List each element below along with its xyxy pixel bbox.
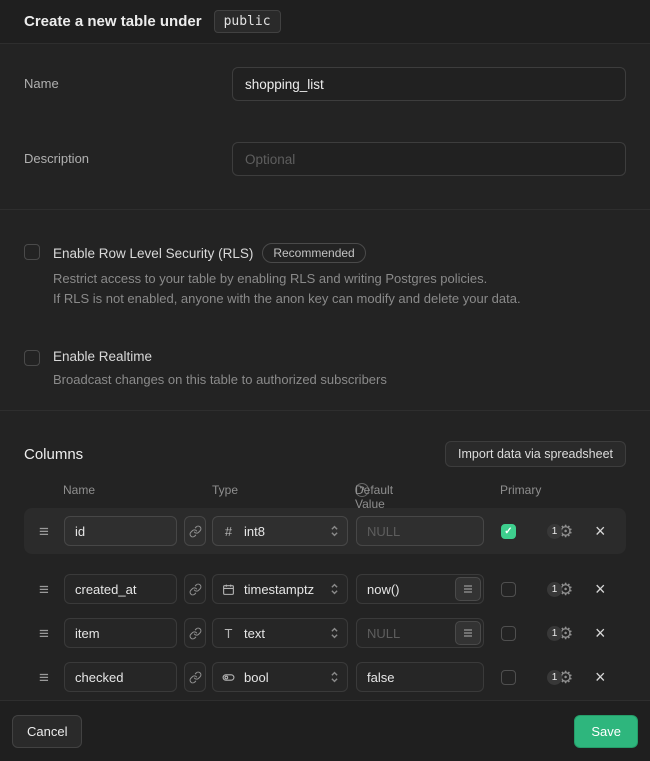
link-icon <box>189 525 202 538</box>
dialog-title: Create a new table under <box>24 13 202 30</box>
realtime-label: Enable Realtime <box>53 349 152 364</box>
default-value-input[interactable] <box>356 662 484 692</box>
cancel-button[interactable]: Cancel <box>12 715 82 748</box>
foreign-key-button[interactable] <box>184 618 206 648</box>
number-type-icon: # <box>221 524 236 539</box>
table-info-section: Name Description <box>0 44 650 210</box>
primary-checkbox[interactable] <box>501 670 516 685</box>
column-row-item: ≡ T text 1 ⚙ × <box>24 611 626 655</box>
link-icon <box>189 583 202 596</box>
settings-count-badge: 1 <box>547 626 562 641</box>
description-row: Description <box>24 142 626 176</box>
foreign-key-button[interactable] <box>184 516 206 546</box>
drag-handle-icon[interactable]: ≡ <box>37 669 51 686</box>
rls-checkbox[interactable] <box>24 244 40 260</box>
column-settings-button[interactable]: 1 ⚙ <box>547 523 573 540</box>
column-name-input[interactable] <box>64 516 177 546</box>
column-type-select[interactable]: T text <box>212 618 348 648</box>
rls-label: Enable Row Level Security (RLS) <box>53 246 253 261</box>
foreign-key-button[interactable] <box>184 574 206 604</box>
drag-handle-icon[interactable]: ≡ <box>37 523 51 540</box>
rls-description: Restrict access to your table by enablin… <box>53 269 521 309</box>
remove-column-button[interactable]: × <box>592 668 608 686</box>
chevron-updown-icon <box>330 524 339 538</box>
column-settings-button[interactable]: 1 ⚙ <box>547 625 573 642</box>
default-value-menu-button[interactable] <box>455 577 481 601</box>
remove-column-button[interactable]: × <box>592 624 608 642</box>
rls-option: Enable Row Level Security (RLS) Recommen… <box>24 243 626 309</box>
name-label: Name <box>24 67 232 101</box>
header-type: Type <box>212 483 238 497</box>
list-icon <box>462 583 474 595</box>
name-row: Name <box>24 67 626 101</box>
chevron-updown-icon <box>330 582 339 596</box>
primary-checkbox[interactable] <box>501 626 516 641</box>
columns-title: Columns <box>24 446 83 463</box>
default-value-input[interactable] <box>356 516 484 546</box>
column-name-input[interactable] <box>64 618 177 648</box>
options-section: Enable Row Level Security (RLS) Recommen… <box>0 210 650 411</box>
text-type-icon: T <box>221 626 236 641</box>
check-icon: ✓ <box>504 526 512 537</box>
foreign-key-button[interactable] <box>184 662 206 692</box>
header-name: Name <box>63 483 95 497</box>
table-name-input[interactable] <box>232 67 626 101</box>
link-icon <box>189 627 202 640</box>
dialog-header: Create a new table under public <box>0 0 650 44</box>
save-button[interactable]: Save <box>574 715 638 748</box>
primary-checkbox[interactable] <box>501 582 516 597</box>
default-value-menu-button[interactable] <box>455 621 481 645</box>
header-default-value: Default Value <box>355 483 393 511</box>
recommended-badge: Recommended <box>262 243 365 263</box>
column-type-select[interactable]: timestamptz <box>212 574 348 604</box>
table-description-input[interactable] <box>232 142 626 176</box>
realtime-description: Broadcast changes on this table to autho… <box>53 370 387 390</box>
settings-count-badge: 1 <box>547 524 562 539</box>
calendar-type-icon <box>221 583 236 596</box>
chevron-updown-icon <box>330 626 339 640</box>
boolean-type-icon <box>221 671 236 684</box>
remove-column-button[interactable]: × <box>592 580 608 598</box>
column-settings-button[interactable]: 1 ⚙ <box>547 669 573 686</box>
column-row-id: ≡ # int8 ✓ 1 ⚙ × <box>24 508 626 554</box>
link-icon <box>189 671 202 684</box>
column-row-created-at: ≡ timestamptz 1 ⚙ × <box>24 567 626 611</box>
chevron-updown-icon <box>330 670 339 684</box>
realtime-checkbox[interactable] <box>24 350 40 366</box>
primary-checkbox[interactable]: ✓ <box>501 524 516 539</box>
column-name-input[interactable] <box>64 662 177 692</box>
column-settings-button[interactable]: 1 ⚙ <box>547 581 573 598</box>
column-type-select[interactable]: bool <box>212 662 348 692</box>
create-table-dialog: Create a new table under public Name Des… <box>0 0 650 761</box>
columns-section: Columns Import data via spreadsheet Name… <box>0 411 650 700</box>
columns-header-row: Name Type Default Value ? Primary <box>24 483 626 497</box>
column-row-checked: ≡ bool 1 ⚙ × <box>24 655 626 699</box>
description-label: Description <box>24 142 232 176</box>
import-spreadsheet-button[interactable]: Import data via spreadsheet <box>445 441 626 467</box>
settings-count-badge: 1 <box>547 582 562 597</box>
remove-column-button[interactable]: × <box>592 522 608 540</box>
schema-badge: public <box>214 10 281 33</box>
list-icon <box>462 627 474 639</box>
realtime-option: Enable Realtime Broadcast changes on thi… <box>24 349 626 390</box>
drag-handle-icon[interactable]: ≡ <box>37 581 51 598</box>
settings-count-badge: 1 <box>547 670 562 685</box>
drag-handle-icon[interactable]: ≡ <box>37 625 51 642</box>
column-name-input[interactable] <box>64 574 177 604</box>
header-primary: Primary <box>500 483 541 497</box>
dialog-footer: Cancel Save <box>0 700 650 761</box>
column-type-select[interactable]: # int8 <box>212 516 348 546</box>
